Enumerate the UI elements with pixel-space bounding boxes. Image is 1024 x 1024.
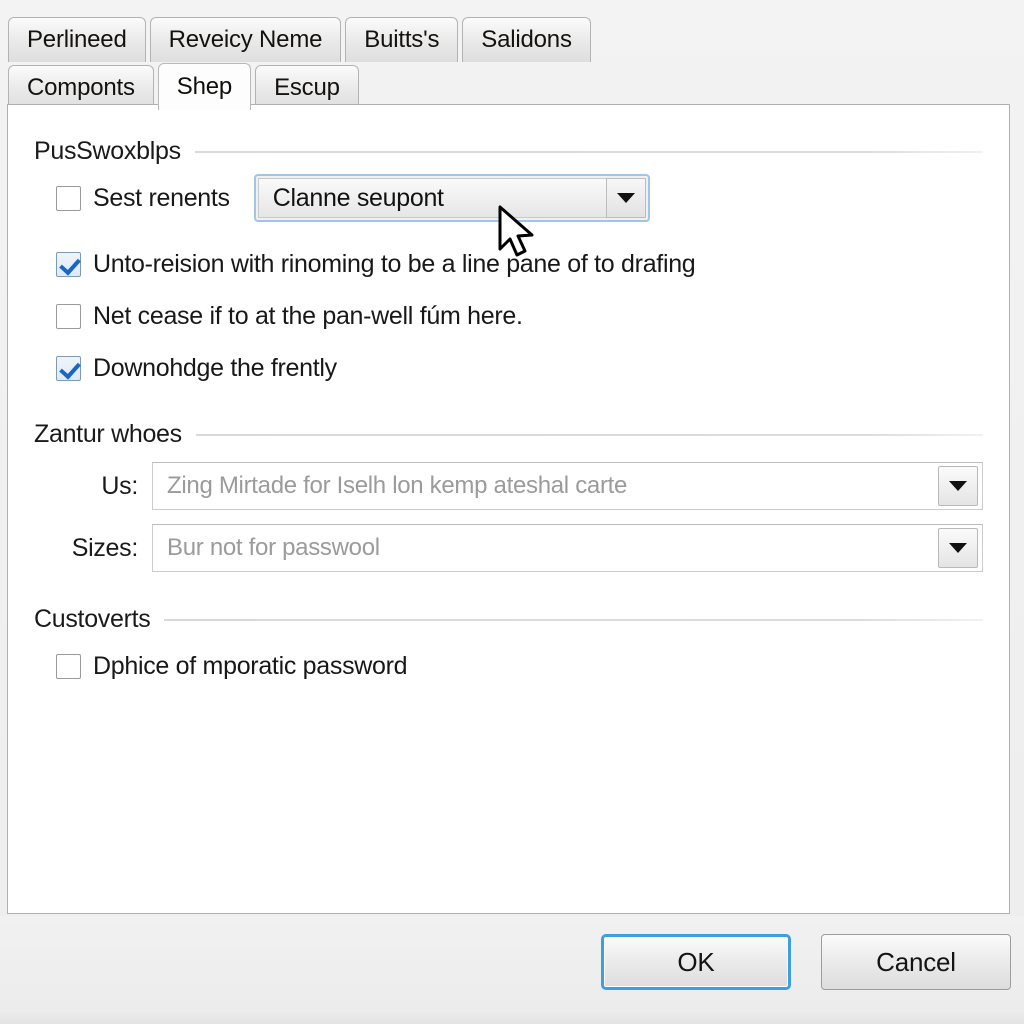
checkbox-downohdge[interactable] <box>56 355 81 381</box>
checkbox-label: Downohdge the frently <box>93 353 337 382</box>
group-divider <box>164 618 983 621</box>
row-dphice-password: Dphice of mporatic password <box>34 640 983 692</box>
tab-label: Reveicy Neme <box>168 26 323 53</box>
tab-label: Escup <box>274 74 340 101</box>
ok-button[interactable]: OK <box>601 934 791 990</box>
row-us: Us: Zing Mirtade for Iselh lon kemp ates… <box>34 455 983 517</box>
group-title: PusSwoxblps <box>34 137 181 165</box>
ok-button-label: OK <box>677 946 715 977</box>
tab-perlineed[interactable]: Perlineed <box>8 17 146 62</box>
row-unto-reision: Unto-reision with rinoming to be a line … <box>34 238 983 290</box>
tab-label: Salidons <box>481 26 572 53</box>
checkbox-label: Net cease if to at the pan-well fúm here… <box>93 301 523 330</box>
dialog-footer: OK Cancel <box>0 916 1024 1024</box>
combobox-clanne-seupont[interactable]: Clanne seupont <box>253 174 650 222</box>
tab-label: Shep <box>176 73 233 100</box>
tab-content-panel: PusSwoxblps Sest renents Clanne seupont … <box>7 104 1010 914</box>
checkbox-label: Sest renents <box>93 183 230 212</box>
group-header-zantur: Zantur whoes <box>34 420 983 449</box>
group-header-passwords: PusSwoxblps <box>34 137 983 166</box>
cancel-button-label: Cancel <box>876 946 956 977</box>
row-downohdge: Downohdge the frently <box>34 342 983 394</box>
row-net-cease: Net cease if to at the pan-well fúm here… <box>34 290 983 342</box>
group-title: Custoverts <box>34 605 151 633</box>
tab-reveicy-neme[interactable]: Reveicy Neme <box>149 17 342 62</box>
tab-strip: Perlineed Reveicy Neme Buitts's Salidons… <box>0 0 1024 110</box>
combobox-us[interactable]: Zing Mirtade for Iselh lon kemp ateshal … <box>152 462 983 510</box>
tab-label: Buitts's <box>364 26 440 53</box>
chevron-down-glyph <box>616 193 635 203</box>
combobox-sizes[interactable]: Bur not for passwool <box>152 524 983 572</box>
checkbox-unto-reision[interactable] <box>56 251 81 277</box>
group-divider <box>194 150 983 153</box>
row-sizes: Sizes: Bur not for passwool <box>34 517 983 579</box>
checkbox-label: Unto-reision with rinoming to be a line … <box>93 249 696 278</box>
cancel-button[interactable]: Cancel <box>821 934 1011 990</box>
tab-salidons[interactable]: Salidons <box>462 17 591 62</box>
label-sizes: Sizes: <box>71 533 139 562</box>
checkbox-label: Dphice of mporatic password <box>93 651 408 680</box>
group-title: Zantur whoes <box>34 420 182 448</box>
chevron-down-icon[interactable] <box>938 528 978 568</box>
chevron-down-glyph <box>949 481 967 491</box>
group-header-custoverts: Custoverts <box>34 605 983 634</box>
combobox-value: Clanne seupont <box>257 178 606 218</box>
chevron-down-icon[interactable] <box>938 466 978 506</box>
label-us: Us: <box>101 471 138 500</box>
tab-label: Componts <box>27 74 135 101</box>
tab-shep[interactable]: Shep <box>157 63 252 110</box>
chevron-down-icon[interactable] <box>605 178 646 218</box>
combobox-value: Bur not for passwool <box>167 534 380 561</box>
checkbox-net-cease[interactable] <box>56 303 81 329</box>
group-divider <box>195 433 983 436</box>
tab-row-primary: Perlineed Reveicy Neme Buitts's Salidons <box>8 14 591 62</box>
tab-row-secondary: Componts Shep Escup <box>8 62 359 110</box>
tab-label: Perlineed <box>27 26 127 53</box>
settings-dialog: Perlineed Reveicy Neme Buitts's Salidons… <box>0 0 1024 1024</box>
combobox-value: Zing Mirtade for Iselh lon kemp ateshal … <box>167 472 628 499</box>
tab-buittss[interactable]: Buitts's <box>345 17 459 62</box>
row-sest-renents: Sest renents Clanne seupont <box>34 172 983 224</box>
checkbox-dphice-password[interactable] <box>56 653 81 679</box>
chevron-down-glyph <box>949 543 967 553</box>
checkbox-sest-renents[interactable] <box>56 185 81 211</box>
